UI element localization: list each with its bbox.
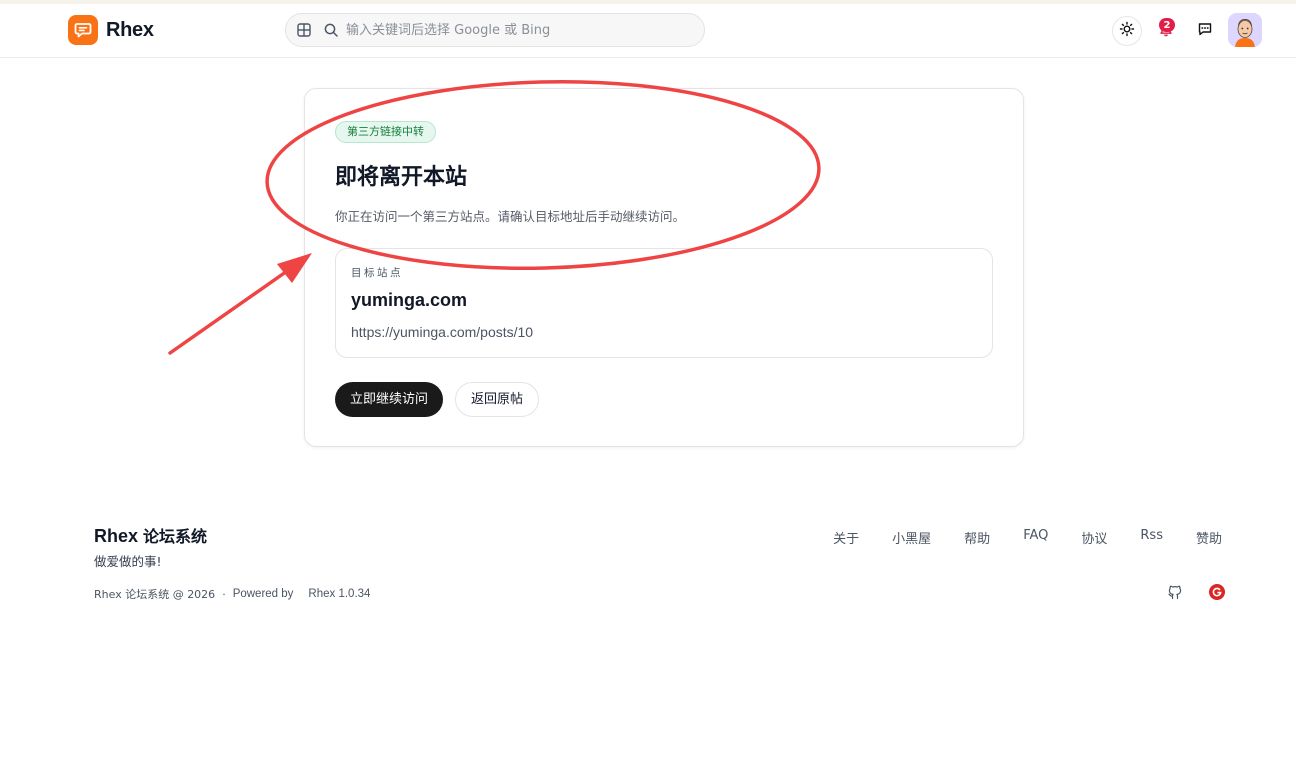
redirect-card: 第三方链接中转 即将离开本站 你正在访问一个第三方站点。请确认目标地址后手动继续… <box>304 88 1024 447</box>
separator-dot: · <box>222 587 226 601</box>
third-party-link-tag: 第三方链接中转 <box>335 121 436 143</box>
footer-link-sponsor[interactable]: 赞助 <box>1196 528 1222 547</box>
footer-slogan: 做爱做的事! <box>94 554 162 569</box>
user-avatar[interactable] <box>1228 13 1262 47</box>
search-bar <box>285 13 705 47</box>
target-domain: yuminga.com <box>351 290 468 310</box>
theme-toggle-button[interactable] <box>1112 16 1142 46</box>
search-input[interactable] <box>346 20 686 40</box>
chat-bubble-logo-icon <box>68 15 98 45</box>
messages-button[interactable] <box>1190 16 1220 46</box>
grid-icon[interactable] <box>296 22 312 42</box>
site-logo[interactable]: Rhex <box>68 15 154 45</box>
copyright-text: Rhex 论坛系统 @ 2026 <box>94 588 216 601</box>
page-title: 即将离开本站 <box>335 165 468 190</box>
annotation-arrow-shaft <box>168 267 292 355</box>
message-icon <box>1197 21 1213 41</box>
footer-links: 关于 小黑屋 帮助 FAQ 协议 Rss 赞助 <box>800 528 1222 547</box>
powered-by-text: Powered by <box>232 588 294 600</box>
page-description: 你正在访问一个第三方站点。请确认目标地址后手动继续访问。 <box>335 209 686 224</box>
footer-link-help[interactable]: 帮助 <box>964 528 990 547</box>
footer-title-latin: Rhex <box>94 526 144 546</box>
brand-name: Rhex <box>106 18 154 41</box>
footer-link-about[interactable]: 关于 <box>833 528 859 547</box>
target-url: https://yuminga.com/posts/10 <box>351 324 534 340</box>
footer-link-terms[interactable]: 协议 <box>1081 528 1107 547</box>
top-navbar: Rhex 输入关键词后选择 Google 或 Bing 2 <box>0 4 1296 58</box>
github-icon[interactable] <box>1167 584 1183 604</box>
footer-link-faq[interactable]: FAQ <box>1023 528 1048 547</box>
footer-title: Rhex 论坛系统 <box>94 523 207 547</box>
target-site-label: 目标站点 <box>351 267 403 279</box>
search-icon <box>323 22 339 42</box>
sun-icon <box>1119 21 1135 41</box>
footer-link-rss[interactable]: Rss <box>1140 528 1163 547</box>
target-site-box: 目标站点 yuminga.com https://yuminga.com/pos… <box>335 248 993 358</box>
notification-count-badge: 2 <box>1159 18 1175 32</box>
g-circle-icon[interactable] <box>1209 584 1225 600</box>
footer-link-blacklist[interactable]: 小黑屋 <box>892 528 931 547</box>
continue-visit-button[interactable]: 立即继续访问 <box>335 382 444 417</box>
version-link[interactable]: Rhex 1.0.34 <box>308 588 370 600</box>
footer-copyright-row: Rhex 论坛系统 @ 2026 · Powered by Rhex 1.0.3… <box>94 586 370 602</box>
back-to-post-button[interactable]: 返回原帖 <box>455 382 540 417</box>
footer-title-cjk: 论坛系统 <box>143 527 208 546</box>
